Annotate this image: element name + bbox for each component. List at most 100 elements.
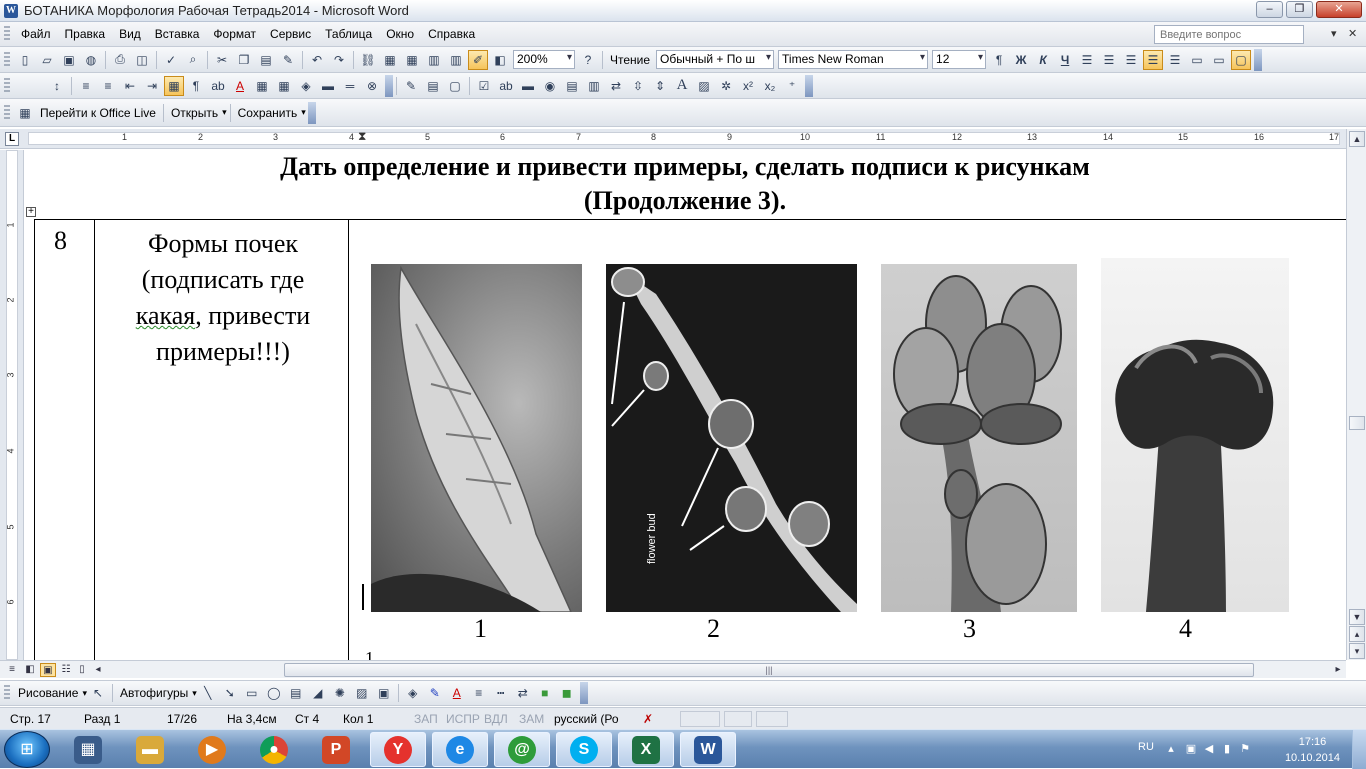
task-yandex[interactable]: Y <box>370 732 426 767</box>
menu-format[interactable]: Формат <box>206 22 263 46</box>
document-area[interactable]: Дать определение и привести примеры, сде… <box>24 150 1346 660</box>
next-page-icon[interactable]: ▾ <box>1349 643 1365 659</box>
combobox-control-icon[interactable]: ▥ <box>584 76 604 96</box>
format-painter-icon[interactable]: ✎ <box>278 50 298 70</box>
menu-tools[interactable]: Сервис <box>263 22 318 46</box>
menu-help[interactable]: Справка <box>421 22 482 46</box>
vertical-scrollbar[interactable]: ▲ ▼ ▴ ▾ <box>1346 129 1366 660</box>
volume-icon[interactable]: ◀ <box>1202 742 1216 756</box>
line-weight-icon[interactable]: ≡ <box>469 683 489 703</box>
ruler-track[interactable] <box>28 132 1340 145</box>
decrease-indent-icon[interactable]: ⇤ <box>120 76 140 96</box>
superscript-icon[interactable]: x² <box>738 76 758 96</box>
menu-window[interactable]: Окно <box>379 22 421 46</box>
border-bottom-icon[interactable]: ▭ <box>1187 50 1207 70</box>
menu-table[interactable]: Таблица <box>318 22 379 46</box>
button-control-icon[interactable]: ▬ <box>518 76 538 96</box>
arrow-tool-icon[interactable]: ➘ <box>220 683 240 703</box>
task-skype[interactable]: S <box>556 732 612 767</box>
bud-photo-2[interactable]: flower bud <box>606 264 857 612</box>
open-button[interactable]: Открыть <box>167 106 222 120</box>
status-extend[interactable]: ВДЛ <box>484 712 508 726</box>
word-app-icon[interactable]: W <box>4 3 18 18</box>
task-excel[interactable]: X <box>618 732 674 767</box>
menu-edit[interactable]: Правка <box>58 22 113 46</box>
rectangle-tool-icon[interactable]: ▭ <box>242 683 262 703</box>
toolbar-options-icon[interactable] <box>307 101 316 124</box>
font-size-select[interactable]: 12 <box>932 50 987 69</box>
listbox-control-icon[interactable]: ▤ <box>562 76 582 96</box>
task-chrome[interactable]: ● <box>246 732 302 767</box>
previous-page-icon[interactable]: ▴ <box>1349 626 1365 642</box>
task-word[interactable]: W <box>680 732 736 767</box>
3d-style-icon[interactable]: ◼ <box>557 683 577 703</box>
scroll-thumb[interactable] <box>1349 416 1365 430</box>
status-language[interactable]: русский (Ро <box>554 712 619 726</box>
image-control-icon[interactable]: ▨ <box>694 76 714 96</box>
wordart-icon[interactable]: ◢ <box>308 683 328 703</box>
toolbar-grip[interactable] <box>4 104 10 121</box>
shadow-icon[interactable]: ■ <box>535 683 555 703</box>
reading-layout-icon[interactable]: ▢ <box>1231 49 1252 70</box>
goto-office-live-button[interactable]: Перейти к Office Live <box>36 106 160 120</box>
scroll-right-icon[interactable]: ▸ <box>1330 663 1346 677</box>
show-desktop-button[interactable] <box>1352 730 1366 769</box>
horizontal-ruler[interactable]: L 1 2 3 4 5 6 7 8 9 10 11 12 13 14 15 16… <box>0 129 1366 149</box>
save-web-button[interactable]: Сохранить <box>234 106 302 120</box>
justify-icon[interactable]: ☰ <box>1143 49 1164 70</box>
toolbar-options-icon[interactable] <box>385 74 393 97</box>
view-code-icon[interactable]: ▢ <box>445 76 465 96</box>
table-move-handle-icon[interactable]: + <box>26 207 36 217</box>
print-layout-icon[interactable]: ▣ <box>40 663 56 677</box>
shading-icon[interactable]: ◈ <box>296 76 316 96</box>
draw-dropdown-icon[interactable]: ▾ <box>82 688 87 699</box>
outline-view-icon[interactable]: ☷ <box>58 663 74 677</box>
properties-icon[interactable]: ▤ <box>423 76 443 96</box>
task-internet-explorer[interactable]: e <box>432 732 488 767</box>
clipart-icon[interactable]: ▨ <box>352 683 372 703</box>
radio-control-icon[interactable]: ◉ <box>540 76 560 96</box>
table-icon[interactable]: ▦ <box>252 76 272 96</box>
line-color-icon[interactable]: ✎ <box>425 683 445 703</box>
vertical-ruler[interactable]: 1 2 3 4 5 6 <box>0 150 24 660</box>
save-dropdown-icon[interactable]: ▾ <box>301 107 306 118</box>
horizontal-scroll-thumb[interactable]: ||| <box>284 663 1254 677</box>
arrow-style-icon[interactable]: ⇄ <box>513 683 533 703</box>
distributed-icon[interactable]: ☰ <box>1165 50 1185 70</box>
minimize-button[interactable]: – <box>1256 1 1283 18</box>
task-media-player[interactable]: ▶ <box>184 732 240 767</box>
task-calculator[interactable]: ▦ <box>60 732 116 767</box>
task-powerpoint[interactable]: P <box>308 732 364 767</box>
bud-photo-4[interactable] <box>1101 258 1289 612</box>
horizontal-scrollbar[interactable]: ≡ ◧ ▣ ☷ ▯ ◂ ||| ▸ <box>0 660 1346 678</box>
device-icon[interactable]: ▣ <box>1184 742 1198 756</box>
draw-font-color-icon[interactable]: A <box>447 683 467 703</box>
select-objects-icon[interactable]: ↖ <box>88 683 108 703</box>
scrollbar-control-icon[interactable]: ⇕ <box>650 76 670 96</box>
start-button[interactable]: ⊞ <box>4 731 50 768</box>
cut-icon[interactable]: ✂ <box>212 50 232 70</box>
research-icon[interactable]: ⌕ <box>183 50 203 70</box>
status-track-changes[interactable]: ИСПР <box>446 712 480 726</box>
align-left-icon[interactable]: ☰ <box>1077 50 1097 70</box>
line-style-icon[interactable]: ═ <box>340 76 360 96</box>
design-mode-icon[interactable]: ✎ <box>401 76 421 96</box>
spin-control-icon[interactable]: ⇳ <box>628 76 648 96</box>
reading-mode-button[interactable]: Чтение <box>606 53 654 67</box>
label-control-icon[interactable]: A <box>672 76 692 96</box>
fill-color-icon[interactable]: ◈ <box>403 683 423 703</box>
borders-icon[interactable]: ▭ <box>1209 50 1229 70</box>
insert-table-icon[interactable]: ▦ <box>402 50 422 70</box>
line-tool-icon[interactable]: ╲ <box>198 683 218 703</box>
line-spacing-icon[interactable]: ↕ <box>47 76 67 96</box>
toggle-control-icon[interactable]: ⇄ <box>606 76 626 96</box>
menu-grip[interactable] <box>4 26 10 42</box>
help-search-dropdown-icon[interactable]: ▾ <box>1331 27 1337 40</box>
picture-icon[interactable]: ▣ <box>374 683 394 703</box>
help-icon[interactable]: ? <box>578 50 598 70</box>
spelling-icon[interactable]: ✓ <box>161 50 181 70</box>
toolbar-grip[interactable] <box>4 685 10 701</box>
draw-menu-button[interactable]: Рисование <box>14 686 82 700</box>
close-button[interactable]: ✕ <box>1316 1 1362 18</box>
show-formatting-button[interactable]: ¶ <box>989 50 1009 70</box>
